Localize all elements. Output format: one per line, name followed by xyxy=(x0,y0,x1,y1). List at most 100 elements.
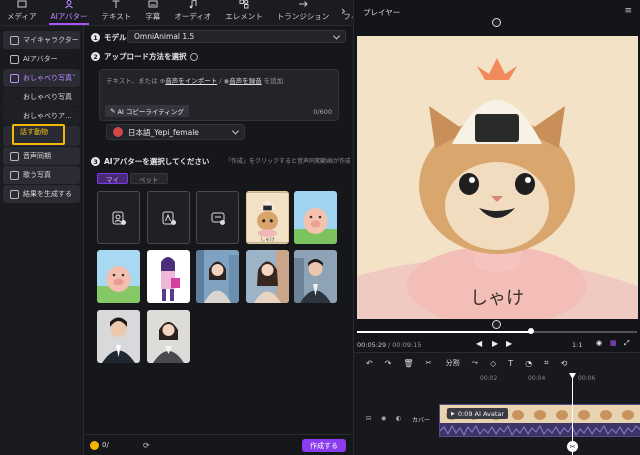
placeholder-text: テキスト、または xyxy=(106,77,158,85)
voice-select[interactable]: 日本語_Yepi_female xyxy=(106,124,245,140)
step-number: 1 xyxy=(91,33,100,42)
sidebar-item-talking-photo[interactable]: おしゃべり写真 ˄ xyxy=(3,69,80,87)
snapshot-icon[interactable]: ◉ xyxy=(596,339,602,347)
avatar-thumb-pig-2[interactable] xyxy=(97,250,140,303)
avatar-thumb-cat[interactable]: しゃけ xyxy=(246,191,289,244)
sidebar-item-talking-avatar[interactable]: おしゃべりア... xyxy=(3,107,80,125)
video-avatar-button[interactable] xyxy=(196,191,239,244)
aspect-ratio-select[interactable]: 1:1 xyxy=(572,341,582,349)
add-avatar-button[interactable] xyxy=(97,191,140,244)
avatar-hint: 「作成」をクリックすると音声同期動画が作成でき… xyxy=(225,158,350,165)
script-textarea[interactable]: テキスト、または ⊕音声をインポート / ◉音声を録音 を追加 ✎ AI コピーラ… xyxy=(99,69,339,121)
char-count: 0/600 xyxy=(313,108,332,116)
woman-thumb-icon xyxy=(147,310,190,363)
model-select[interactable]: OmniAnimal 1.5 xyxy=(127,30,346,43)
timeline-ruler: 00:02 00:04 00:06 xyxy=(436,375,640,387)
play-icon[interactable]: ▶ xyxy=(492,339,498,348)
rotate-icon[interactable]: ⟲ xyxy=(561,359,568,368)
track-visibility-icon[interactable]: ◉ xyxy=(381,415,386,422)
scissors-icon[interactable]: ✂ xyxy=(567,441,578,452)
pig-thumb-icon xyxy=(294,191,337,244)
create-button[interactable]: 作成する xyxy=(302,439,346,452)
tab-label: エレメント xyxy=(225,12,263,21)
sidebar: マイキャラクター AIアバター おしゃべり写真 ˄ おしゃべり写真 おしゃべりア.… xyxy=(0,26,84,455)
sidebar-item-label: 歌う写真 xyxy=(23,171,51,179)
woman-thumb-icon xyxy=(196,250,239,303)
avatar-thumb-woman-3[interactable] xyxy=(147,310,190,363)
avatar-thumb-girl-illustration[interactable] xyxy=(147,250,190,303)
import-audio-link[interactable]: ⊕音声をインポート xyxy=(160,77,217,85)
avatar-thumb-man-1[interactable] xyxy=(294,250,337,303)
menu-icon[interactable]: ≡ xyxy=(624,6,632,16)
info-icon[interactable] xyxy=(189,52,198,61)
sidebar-item-ai-avatar[interactable]: AIアバター xyxy=(3,50,80,68)
handle-bottom-icon[interactable] xyxy=(492,320,501,329)
crop-icon[interactable]: ⌗ xyxy=(544,358,549,368)
timeline-panel: ↶ ↷ 🗑 ✂ 分割 ⤳ ◇ T ◔ ⌗ ⟲ 00:02 00:04 00:06… xyxy=(353,352,640,455)
tab-text[interactable]: テキスト xyxy=(95,0,139,25)
seek-handle[interactable] xyxy=(527,328,534,334)
ai-icon: ✎ xyxy=(110,107,116,115)
text-tool-icon[interactable]: T xyxy=(508,359,513,368)
avatar-thumb-man-2[interactable] xyxy=(97,310,140,363)
seek-bar[interactable] xyxy=(357,328,637,334)
transition-icon xyxy=(299,1,308,7)
ai-generate-avatar-button[interactable] xyxy=(147,191,190,244)
record-audio-link[interactable]: ◉音声を録音 xyxy=(224,77,262,85)
shield-icon[interactable]: ◇ xyxy=(490,359,496,368)
track-settings-icon[interactable]: ⊟ xyxy=(366,415,371,422)
lip-sync-icon xyxy=(10,151,19,161)
grid-icon[interactable]: ▦ xyxy=(610,339,617,347)
text-icon xyxy=(112,0,120,8)
track-audio-icon[interactable]: ◐ xyxy=(396,415,401,422)
cat-thumb-icon: しゃけ xyxy=(247,192,288,243)
tab-audio[interactable]: オーディオ xyxy=(167,0,218,25)
chevron-down-icon xyxy=(332,31,341,40)
coin-icon xyxy=(90,441,99,450)
handle-top-icon[interactable] xyxy=(492,18,501,27)
tab-subtitle[interactable]: 字幕 xyxy=(138,0,167,25)
tab-ai-avatar[interactable]: AIアバター xyxy=(43,0,94,25)
tab-element[interactable]: エレメント xyxy=(218,0,270,25)
voice-value: 日本語_Yepi_female xyxy=(128,127,199,137)
delete-icon[interactable]: 🗑 xyxy=(403,359,413,368)
result-icon xyxy=(10,189,19,199)
seek-progress xyxy=(357,331,531,333)
redo-icon[interactable]: ↷ xyxy=(385,359,392,368)
prev-frame-icon[interactable]: ◀ xyxy=(476,339,482,348)
fullscreen-icon[interactable]: ⤢ xyxy=(624,339,630,348)
speed-icon[interactable]: ⤳ xyxy=(472,358,478,368)
cover-label[interactable]: カバー xyxy=(412,415,430,424)
sidebar-item-generate-result[interactable]: 結果を生成する xyxy=(3,185,80,203)
avatar-thumb-pig-1[interactable] xyxy=(294,191,337,244)
woman-thumb-icon xyxy=(246,250,289,303)
sidebar-item-lip-sync[interactable]: 音声同期 xyxy=(3,147,80,165)
ai-copywriting-button[interactable]: ✎ AI コピーライティング xyxy=(105,105,189,117)
import-link-text: 音声をインポート xyxy=(165,77,218,85)
split-button[interactable]: ✂ 分割 xyxy=(426,358,460,368)
tab-my[interactable]: マイ xyxy=(97,173,128,184)
video-preview[interactable]: しゃけ xyxy=(357,36,638,319)
tab-media[interactable]: メディア xyxy=(0,0,43,25)
sidebar-item-label: おしゃべり写真 xyxy=(23,74,72,82)
avatar-thumb-woman-2[interactable] xyxy=(246,250,289,303)
avatar-thumb-woman-1[interactable] xyxy=(196,250,239,303)
tab-pet[interactable]: ペット xyxy=(130,173,168,184)
total-time: / 00:09:15 xyxy=(388,341,422,349)
sidebar-item-singing-photo[interactable]: 歌う写真 xyxy=(3,166,80,184)
next-frame-icon[interactable]: ▶ xyxy=(506,339,512,348)
speed-gauge-icon[interactable]: ◔ xyxy=(525,359,532,368)
chevron-right-icon[interactable]: › xyxy=(341,4,351,22)
sidebar-item-talking-photo-sub[interactable]: おしゃべり写真 xyxy=(3,88,80,106)
panel-footer: 0/ ⟳ 作成する xyxy=(85,434,352,455)
tab-transition[interactable]: トランジション xyxy=(270,0,337,25)
tab-label: 字幕 xyxy=(145,12,161,21)
refresh-icon[interactable]: ⟳ xyxy=(143,441,150,450)
sidebar-item-label: おしゃべり写真 xyxy=(23,93,72,101)
undo-icon[interactable]: ↶ xyxy=(366,359,373,368)
cat-thumb-caption: しゃけ xyxy=(260,237,275,243)
sidebar-item-my-character[interactable]: マイキャラクター xyxy=(3,31,80,49)
split-label: 分割 xyxy=(445,359,460,367)
ruler-tick: 00:02 xyxy=(480,375,498,382)
model-value: OmniAnimal 1.5 xyxy=(134,32,195,41)
